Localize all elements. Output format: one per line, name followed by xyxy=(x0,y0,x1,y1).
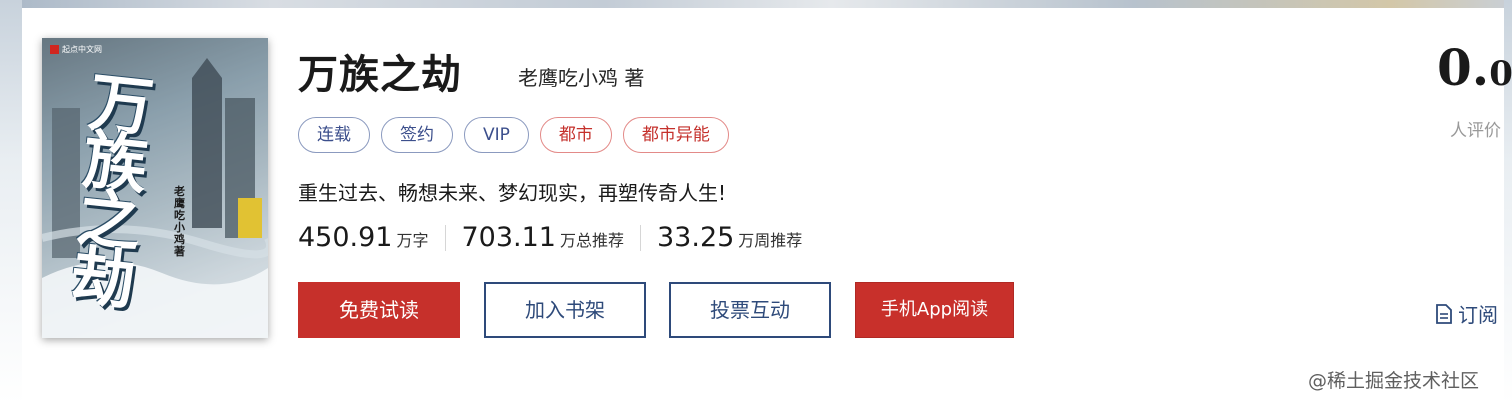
stat-total-recommend: 703.11 万总推荐 xyxy=(461,222,625,253)
book-title: 万族之劫 xyxy=(298,52,462,98)
brand-logo-icon xyxy=(50,45,59,54)
tag-urban[interactable]: 都市 xyxy=(539,117,612,153)
rating-score: 0.0 xyxy=(1437,38,1512,97)
top-banner-strip xyxy=(0,0,1512,8)
tag-list: 连载 签约 VIP 都市 都市异能 xyxy=(298,117,729,153)
rating-count-label: 人评价 xyxy=(1450,121,1501,141)
cover-author: 老鹰吃小鸡著 xyxy=(174,185,185,258)
book-stats: 450.91 万字 703.11 万总推荐 33.25 万周推荐 xyxy=(298,222,802,253)
tag-vip[interactable]: VIP xyxy=(464,117,529,153)
author-name[interactable]: 老鹰吃小鸡 著 xyxy=(518,62,644,91)
tag-urban-supernatural[interactable]: 都市异能 xyxy=(622,117,729,153)
app-read-button[interactable]: 手机App阅读 xyxy=(855,282,1014,338)
book-intro: 重生过去、畅想未来、梦幻现实，再塑传奇人生! xyxy=(298,181,727,205)
free-read-button[interactable]: 免费试读 xyxy=(298,282,460,338)
vote-interact-button[interactable]: 投票互动 xyxy=(669,282,831,338)
subscribe-label: 订阅 xyxy=(1458,303,1498,327)
stat-weekly-recommend: 33.25 万周推荐 xyxy=(657,222,803,253)
stat-word-count: 450.91 万字 xyxy=(298,222,429,253)
watermark: @稀土掘金技术社区 xyxy=(1308,370,1480,392)
cover-brand: 起点中文网 xyxy=(50,44,102,55)
left-banner-strip xyxy=(0,0,22,404)
stat-divider xyxy=(640,224,641,251)
document-icon xyxy=(1436,303,1452,324)
tag-signed[interactable]: 签约 xyxy=(381,117,453,153)
add-to-shelf-button[interactable]: 加入书架 xyxy=(484,282,646,338)
subscribe-button[interactable]: 订阅 xyxy=(1436,299,1498,328)
book-cover[interactable]: 起点中文网 万族之劫 老鹰吃小鸡著 xyxy=(42,38,268,338)
stat-divider xyxy=(444,224,446,251)
tag-serializing[interactable]: 连载 xyxy=(298,117,370,153)
